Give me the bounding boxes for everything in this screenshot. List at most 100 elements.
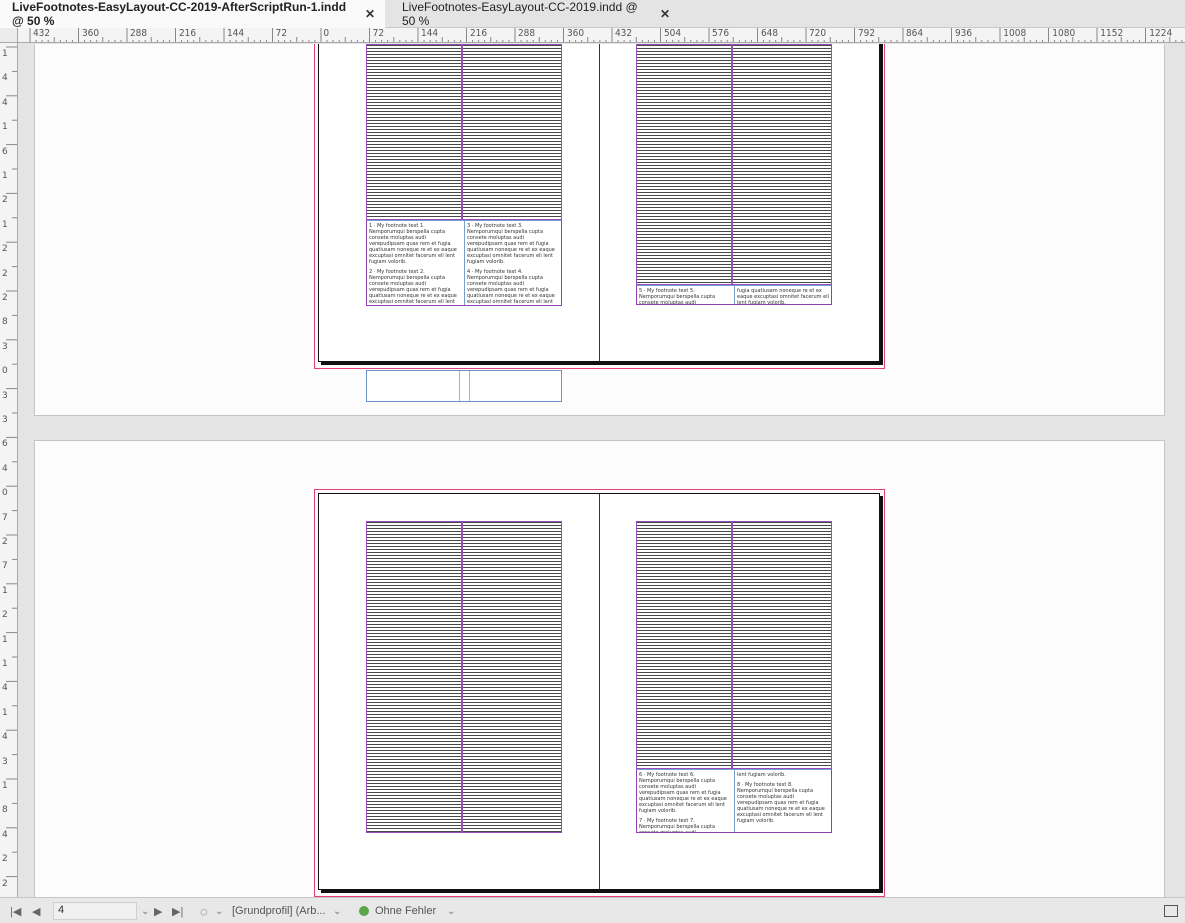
last-page-icon[interactable]: ▶| xyxy=(172,903,183,919)
tab-original[interactable]: LiveFootnotes-EasyLayout-CC-2019.indd @ … xyxy=(390,0,680,28)
ruler-label: 4 xyxy=(2,732,8,743)
footnote-7-continued: lent fugiam volorib. xyxy=(737,772,786,778)
ruler-label: 648 xyxy=(760,28,778,39)
text-column[interactable] xyxy=(462,521,562,833)
text-column[interactable] xyxy=(732,521,832,769)
ruler-label: 2 xyxy=(2,537,8,547)
ruler-label: 576 xyxy=(711,28,730,39)
text-column[interactable] xyxy=(732,44,832,285)
text-column[interactable] xyxy=(636,44,732,285)
ruler-label: 1224 xyxy=(1148,28,1172,39)
ruler-label: 1 xyxy=(2,634,8,645)
ruler-label: 1080 xyxy=(1051,28,1075,39)
ruler-label: 2 xyxy=(2,268,8,279)
ruler-label: 0 xyxy=(2,488,8,499)
ruler-label: 2 xyxy=(2,293,8,303)
ruler-origin[interactable] xyxy=(0,28,18,43)
chevron-down-icon[interactable]: ⌄ xyxy=(141,903,149,919)
ruler-label: 432 xyxy=(614,28,633,39)
ruler-label: 4 xyxy=(2,73,8,84)
ruler-label: 1 xyxy=(2,49,8,59)
footnote-8: 8 · My footnote text 8. Nemporumqui bers… xyxy=(737,782,825,824)
ruler-label: 288 xyxy=(517,28,536,39)
chevron-down-icon[interactable]: ⌄ xyxy=(447,903,455,919)
first-page-icon[interactable]: |◀ xyxy=(10,903,21,919)
ruler-label: 504 xyxy=(663,28,681,39)
ruler-label: 8 xyxy=(2,805,8,816)
footnote-3: 3 · My footnote text 3. Nemporumqui bers… xyxy=(467,223,555,265)
ruler-label: 144 xyxy=(420,28,439,39)
ruler-label: 1008 xyxy=(1003,28,1027,39)
ruler-label: 4 xyxy=(2,683,8,694)
layout-canvas[interactable]: 1 · My footnote text 1. Nemporumqui bers… xyxy=(18,44,1185,897)
close-icon[interactable]: ✕ xyxy=(660,7,670,21)
footnote-6: 6 · My footnote text 6. Nemporumqui bers… xyxy=(639,772,727,814)
overset-text-frame[interactable] xyxy=(366,370,562,402)
text-column[interactable] xyxy=(636,521,732,769)
status-bar: |◀ ◀ 4 ⌄ ▶ ▶| ◌ ⌄ [Grundprofil] (Arb... … xyxy=(0,897,1185,923)
preflight-status[interactable]: Ohne Fehler xyxy=(359,903,436,919)
next-page-icon[interactable]: ▶ xyxy=(154,903,162,919)
preflight-profile[interactable]: [Grundprofil] (Arb... xyxy=(232,903,326,919)
ruler-label: 3 xyxy=(2,756,8,767)
ruler-label: 0 xyxy=(323,28,330,39)
ruler-label: 720 xyxy=(808,28,827,39)
tab-label: LiveFootnotes-EasyLayout-CC-2019-AfterSc… xyxy=(12,0,347,28)
tab-label: LiveFootnotes-EasyLayout-CC-2019.indd @ … xyxy=(402,0,638,28)
text-column[interactable] xyxy=(366,44,462,220)
prev-page-icon[interactable]: ◀ xyxy=(32,903,40,919)
column-separator xyxy=(459,371,460,401)
ruler-label: 936 xyxy=(954,28,972,39)
ruler-label: 1 xyxy=(2,707,8,718)
ruler-label: 1 xyxy=(2,122,8,133)
ruler-label: 792 xyxy=(857,28,875,39)
ruler-label: 4 xyxy=(2,463,8,474)
ruler-label: 432 xyxy=(32,28,51,39)
footnote-area[interactable]: 1 · My footnote text 1. Nemporumqui bers… xyxy=(366,220,562,306)
ruler-label: 1 xyxy=(2,659,8,669)
ruler-label: 2 xyxy=(2,610,8,621)
ruler-label: 1 xyxy=(2,171,8,181)
ruler-label: 4 xyxy=(2,829,8,840)
ruler-label: 72 xyxy=(372,28,384,39)
ruler-label: 2 xyxy=(2,195,8,206)
footnote-7: 7 · My footnote text 7. Nemporumqui bers… xyxy=(639,818,716,833)
ruler-label: 3 xyxy=(2,390,8,401)
ruler-label: 360 xyxy=(566,28,584,39)
tab-after-script-run[interactable]: LiveFootnotes-EasyLayout-CC-2019-AfterSc… xyxy=(0,0,385,28)
ok-status-icon xyxy=(359,906,369,916)
document-tab-bar: LiveFootnotes-EasyLayout-CC-2019-AfterSc… xyxy=(0,0,1185,28)
close-icon[interactable]: ✕ xyxy=(365,7,375,21)
ruler-label: 1152 xyxy=(1100,28,1124,39)
spine xyxy=(599,44,600,361)
ruler-label: 216 xyxy=(469,28,487,39)
open-page-icon[interactable]: ◌ xyxy=(200,903,208,919)
footnote-1: 1 · My footnote text 1. Nemporumqui bers… xyxy=(369,223,457,265)
footnote-area[interactable]: 6 · My footnote text 6. Nemporumqui bers… xyxy=(636,769,832,833)
ruler-label: 6 xyxy=(2,146,8,157)
ruler-label: 1 xyxy=(2,781,8,791)
page-number-field[interactable]: 4 xyxy=(53,902,137,920)
ruler-label: 7 xyxy=(2,512,8,523)
ruler-label: 1 xyxy=(2,219,8,230)
panel-toggle-icon[interactable] xyxy=(1164,905,1178,917)
text-column[interactable] xyxy=(462,44,562,220)
horizontal-ruler[interactable]: 432 360 288 216 144 72 0 72 144 216 288 360 432 504 57… xyxy=(18,28,1185,43)
footnote-5-continued: fugia quatiusam noneque re et ex eaque e… xyxy=(737,288,829,305)
footnote-area[interactable]: 5 · My footnote text 5. Nemporumqui bers… xyxy=(636,285,832,305)
ruler-label: 360 xyxy=(81,28,99,39)
chevron-down-icon[interactable]: ⌄ xyxy=(333,903,341,919)
ruler-label: 4 xyxy=(2,97,8,108)
spine xyxy=(599,494,600,889)
ruler-label: 6 xyxy=(2,439,8,450)
footnote-2: 2 · My footnote text 2. Nemporumqui bers… xyxy=(369,269,457,305)
text-column[interactable] xyxy=(366,521,462,833)
ruler-label: 2 xyxy=(2,244,8,255)
chevron-down-icon[interactable]: ⌄ xyxy=(215,903,223,919)
vertical-ruler[interactable]: 14416121222830336407271211414318422 xyxy=(0,43,18,897)
ruler-label: 288 xyxy=(129,28,148,39)
ruler-label: 2 xyxy=(2,878,8,889)
ruler-label: 2 xyxy=(2,854,8,865)
footnote-5: 5 · My footnote text 5. Nemporumqui bers… xyxy=(639,288,716,305)
column-separator xyxy=(469,371,470,401)
